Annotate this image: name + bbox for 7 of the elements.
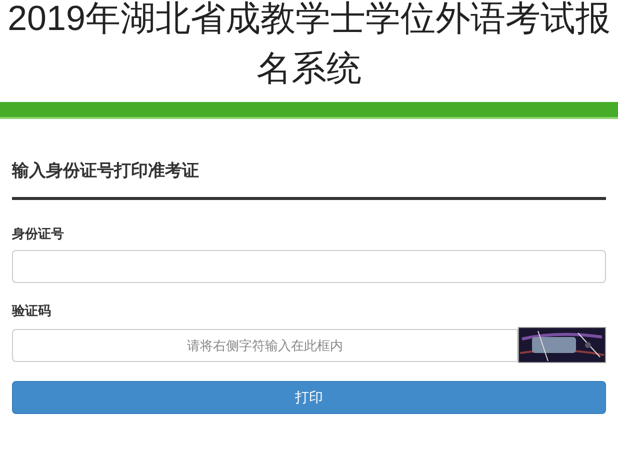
form-heading: 输入身份证号打印准考证 [12, 160, 200, 182]
field-label: 验证码 [12, 302, 51, 320]
field-label: 身份证号 [12, 225, 64, 243]
captcha-field[interactable]: 请将右侧字符输入在此框内 [12, 328, 518, 362]
page-title: 2019年湖北省成教学士学位外语考试报名系统 [6, 0, 612, 90]
id-number-field[interactable] [12, 250, 606, 283]
print-button[interactable]: 打印 [12, 381, 606, 414]
